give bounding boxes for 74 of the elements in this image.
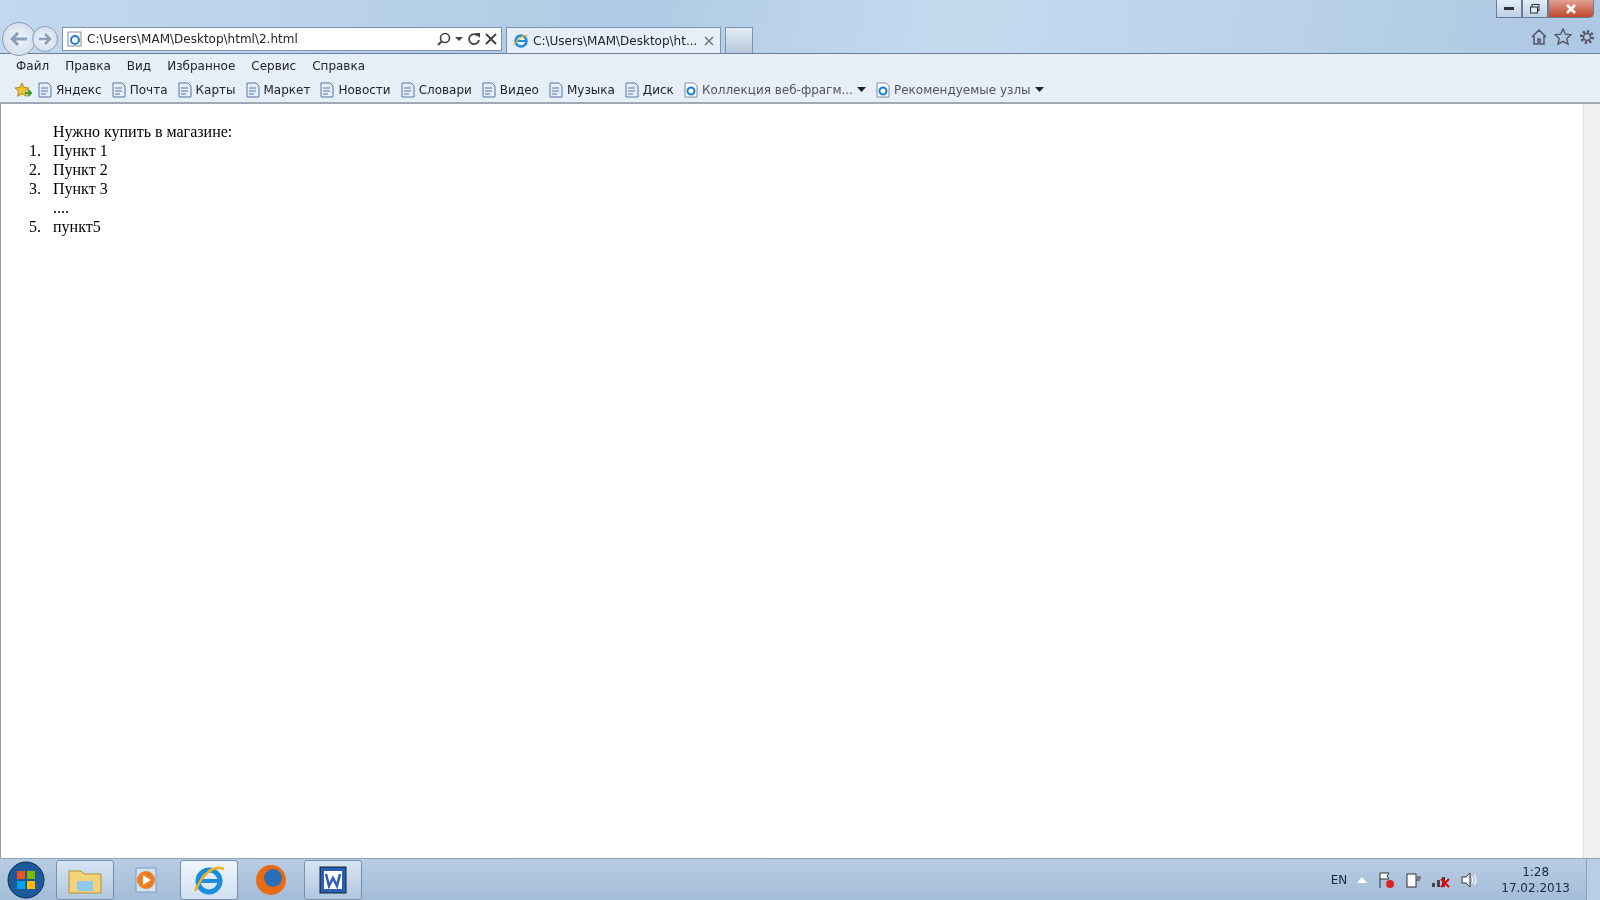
caret-icon[interactable] [455, 36, 463, 42]
minimize-icon [1504, 6, 1514, 11]
caret-icon [856, 87, 866, 93]
favorites-link[interactable]: Музыка [544, 81, 619, 99]
close-button[interactable] [1548, 0, 1594, 18]
start-button[interactable] [4, 859, 48, 900]
menu-item[interactable]: Сервис [243, 57, 305, 75]
clock[interactable]: 1:28 17.02.2013 [1501, 863, 1570, 896]
browser-tab[interactable]: C:\Users\MAM\Desktop\ht... [506, 27, 721, 53]
page-icon [177, 82, 192, 98]
list-item: .... [53, 198, 69, 217]
restore-icon [1530, 3, 1540, 14]
page-icon [624, 82, 639, 98]
back-button[interactable] [2, 22, 36, 56]
list-item: Пункт 1 [53, 141, 108, 160]
favorites-link[interactable]: Карты [173, 81, 240, 99]
flag-icon[interactable] [1377, 870, 1396, 889]
favorites-link[interactable]: Маркет [241, 81, 315, 99]
restore-button[interactable] [1522, 0, 1548, 18]
settings-icon[interactable] [1578, 28, 1596, 46]
menu-item[interactable]: Вид [118, 57, 160, 75]
page-icon [320, 82, 335, 98]
globe-icon [254, 862, 288, 897]
list-number: 2. [29, 161, 41, 178]
taskbar-button[interactable] [304, 859, 362, 900]
back-arrow-icon [10, 32, 28, 46]
favorites-link[interactable]: Словари [396, 81, 476, 99]
page-icon [111, 82, 126, 98]
list-item: Пункт 3 [53, 179, 108, 198]
menu-item[interactable]: Справка [304, 57, 374, 75]
page-heading: Нужно купить в магазине: [53, 122, 233, 141]
page-icon [38, 82, 52, 98]
page-icon [400, 82, 415, 98]
new-tab-button[interactable] [725, 27, 753, 53]
page-icon [548, 82, 563, 98]
menu-item[interactable]: Файл [8, 57, 58, 75]
list-item: Пункт 2 [53, 160, 108, 179]
star-icon[interactable] [1554, 28, 1572, 46]
favorites-link[interactable]: Почта [107, 81, 172, 99]
forward-button[interactable] [32, 26, 58, 52]
list-number: 5. [29, 218, 41, 235]
refresh-icon[interactable] [467, 32, 481, 46]
language-indicator[interactable]: EN [1330, 870, 1348, 889]
speaker-icon[interactable] [1461, 871, 1478, 888]
page-icon [67, 31, 83, 47]
favorites-link[interactable]: Яндекс [34, 81, 106, 99]
close-tab-icon[interactable] [704, 35, 714, 46]
caret-icon [1034, 87, 1044, 93]
browser-icon [513, 32, 529, 49]
favorites-link[interactable]: Видео [477, 81, 543, 99]
menu-item[interactable]: Правка [57, 57, 119, 75]
page-icon [683, 82, 698, 98]
page-icon [245, 82, 260, 98]
scrollbar[interactable] [1583, 104, 1600, 858]
page-icon [875, 82, 890, 98]
list-number: 3. [29, 180, 41, 197]
power-icon[interactable] [1405, 870, 1422, 889]
list-number: 1. [29, 142, 41, 159]
favorites-link[interactable]: Коллекция веб-фрагм... [679, 81, 870, 99]
stop-icon[interactable] [485, 33, 497, 45]
page-icon [481, 82, 496, 98]
favorites-link[interactable]: Диск [620, 81, 678, 99]
favorites-link[interactable]: Рекомендуемые узлы [871, 81, 1048, 99]
forward-arrow-icon [38, 33, 52, 45]
list-item: пункт5 [53, 217, 101, 236]
home-icon[interactable] [1530, 28, 1548, 46]
search-icon[interactable] [437, 32, 451, 46]
favorites-star-icon[interactable] [14, 82, 32, 98]
favorites-link[interactable]: Новости [316, 81, 395, 99]
address-field[interactable]: C:\Users\MAM\Desktop\html\2.html [62, 27, 502, 51]
minimize-button[interactable] [1496, 0, 1522, 18]
document-icon [318, 864, 348, 895]
close-icon [1565, 3, 1577, 14]
menu-item[interactable]: Избранное [159, 57, 244, 75]
